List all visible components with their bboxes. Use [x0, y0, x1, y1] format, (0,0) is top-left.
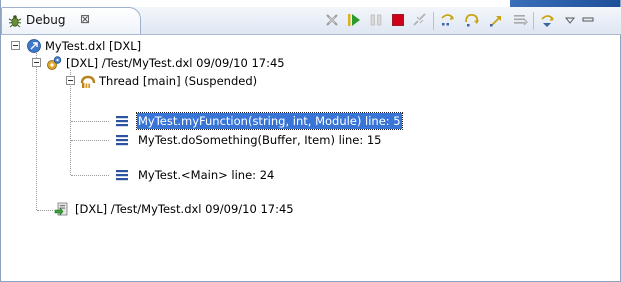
tree-node-process-label: [DXL] /Test/MyTest.dxl 09/09/10 17:45 [75, 202, 294, 216]
window-accent-bar [510, 0, 620, 7]
stack-frame-icon [116, 135, 128, 146]
tree-connector [71, 121, 109, 122]
debug-target-icon [47, 56, 62, 70]
toolbar-separator [433, 12, 434, 30]
launch-config-icon [27, 39, 41, 53]
tree-connector [71, 175, 109, 176]
collapse-toggle[interactable] [11, 41, 20, 50]
close-icon[interactable]: ⊠ [80, 12, 90, 26]
stack-frame-icon [116, 170, 128, 181]
tab-debug-label: Debug [26, 13, 66, 27]
stack-frame-label: MyTest.<Main> line: 24 [138, 168, 275, 182]
step-into-icon[interactable] [438, 10, 458, 30]
tree-connector [70, 70, 71, 175]
collapse-toggle[interactable] [32, 58, 41, 67]
step-over-icon[interactable] [462, 10, 482, 30]
disconnect-icon[interactable] [410, 10, 430, 30]
use-step-filters-icon[interactable] [538, 10, 558, 30]
step-return-icon[interactable] [486, 10, 506, 30]
view-tab-bar: Debug ⊠ [1, 7, 621, 35]
tree-connector [71, 140, 109, 141]
debug-tree: MyTest.dxl [DXL] [DXL] /Test/MyTest.dxl … [1, 35, 621, 281]
tree-node-thread-label: Thread [main] (Suspended) [99, 74, 258, 88]
suspend-icon[interactable] [366, 10, 386, 30]
tree-node-debug-target-label: [DXL] /Test/MyTest.dxl 09/09/10 17:45 [66, 56, 285, 70]
tree-connector [37, 210, 53, 211]
debug-bug-icon [8, 15, 22, 28]
stack-frame-label: MyTest.doSomething(Buffer, Item) line: 1… [138, 133, 382, 147]
resume-icon[interactable] [344, 10, 364, 30]
terminate-icon[interactable] [388, 10, 408, 30]
remove-terminated-icon[interactable] [322, 10, 342, 30]
stack-frame-icon [116, 116, 128, 127]
process-icon [54, 202, 68, 216]
view-menu-icon[interactable] [560, 10, 580, 30]
debug-view: Debug ⊠ MyTest.dxl [DXL] [DXL] /Test/MyT… [0, 0, 621, 282]
stack-frame-label: MyTest.myFunction(string, int, Module) l… [136, 112, 403, 130]
tab-debug[interactable]: Debug ⊠ [1, 7, 141, 34]
drop-to-frame-icon[interactable] [510, 10, 530, 30]
collapse-toggle[interactable] [66, 76, 75, 85]
thread-suspended-icon [80, 75, 96, 88]
tree-connector [36, 53, 37, 210]
tree-node-launch-label: MyTest.dxl [DXL] [45, 39, 142, 53]
toolbar-separator [533, 12, 534, 30]
minimize-icon[interactable] [578, 10, 598, 30]
